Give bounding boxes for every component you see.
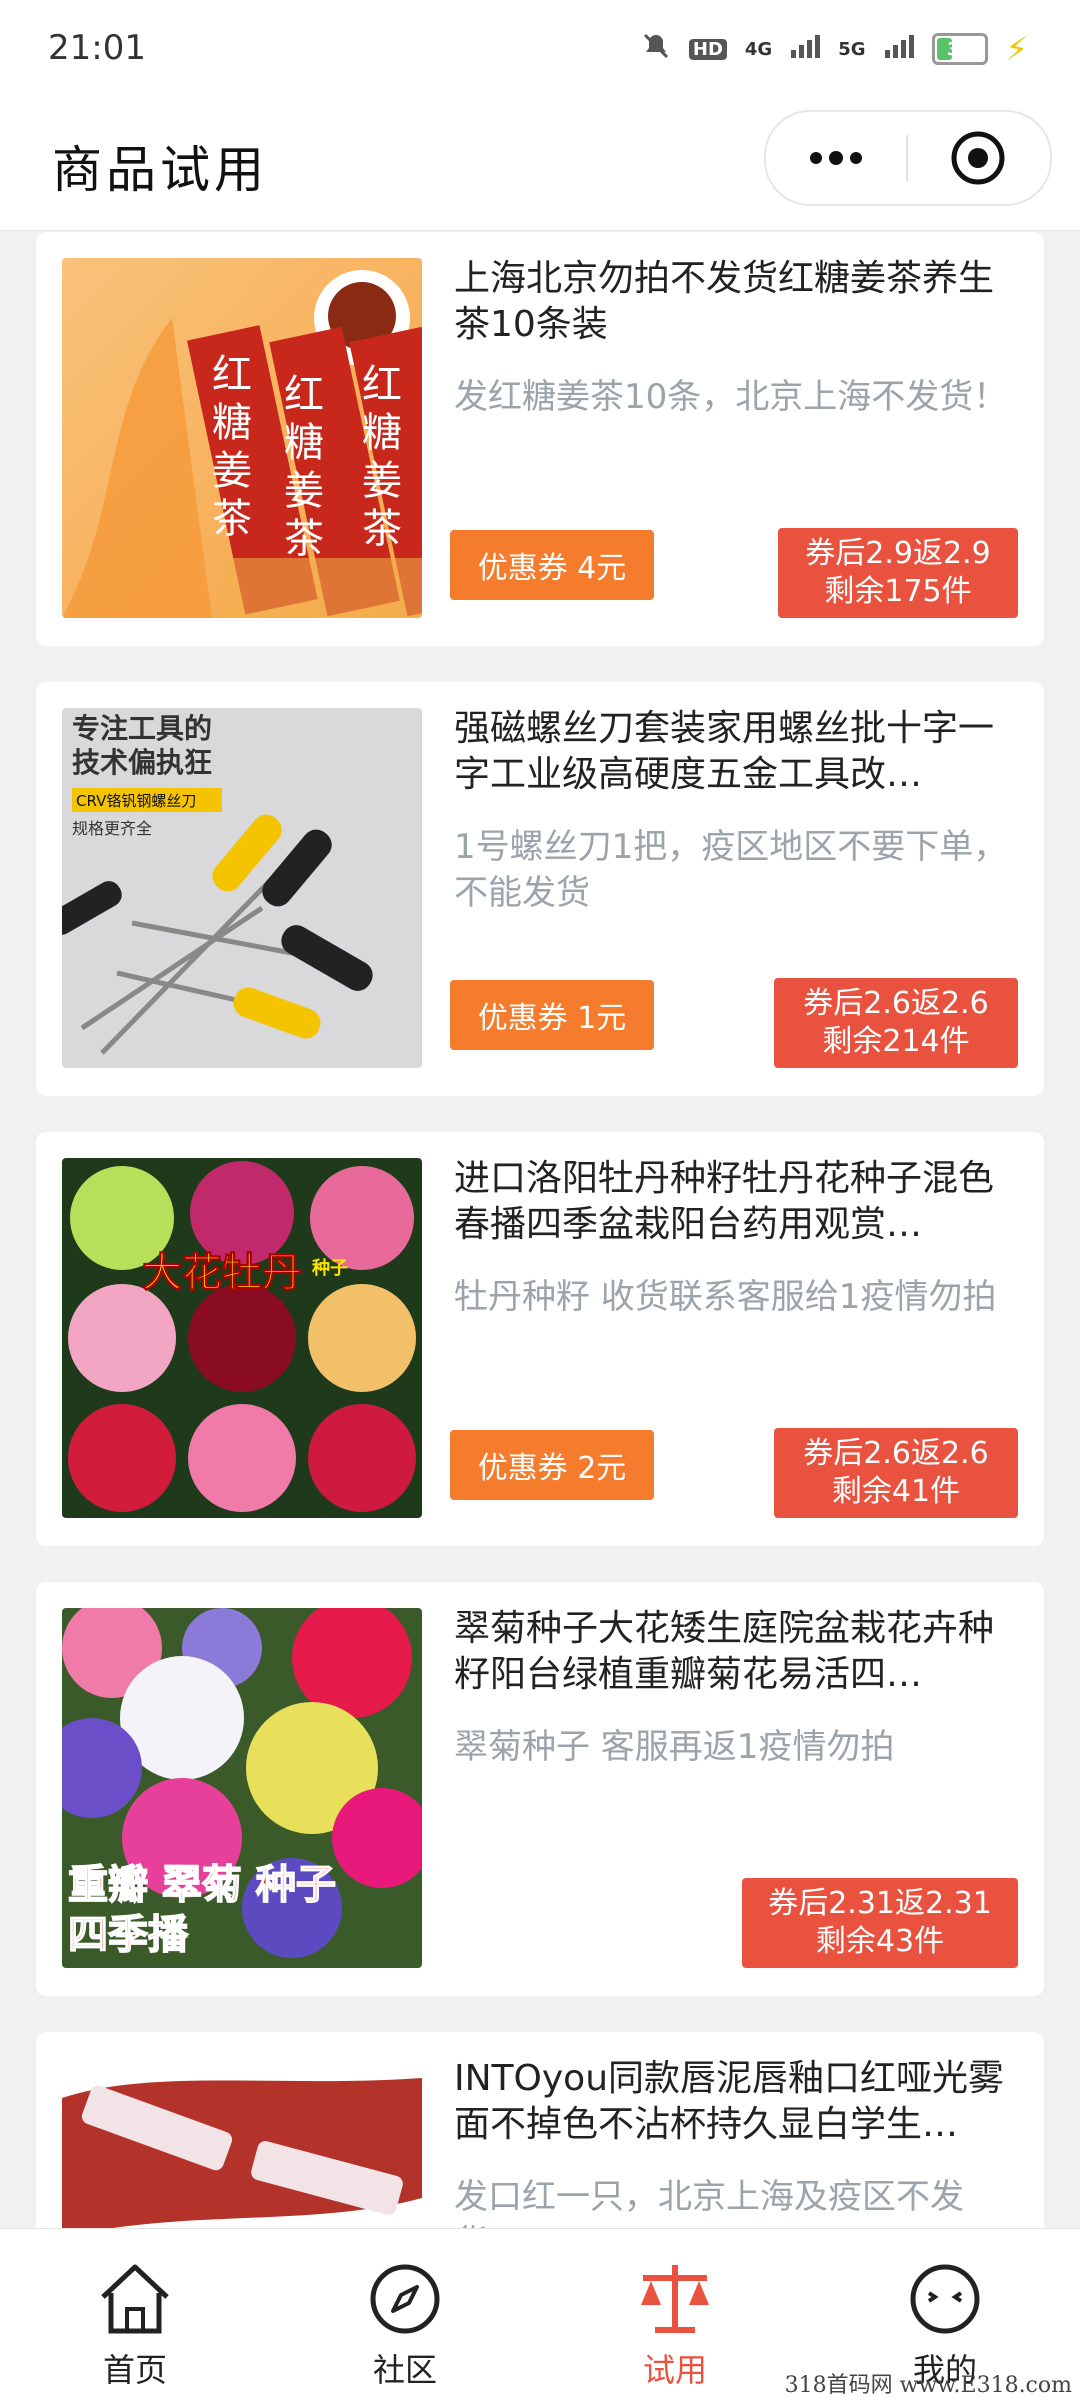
tab-label: 首页 <box>102 2351 167 2389</box>
bottom-tab-bar: 首页 社区 试用 我的 318首码网 www.E318.com <box>0 2228 1080 2401</box>
product-name[interactable]: 进口洛阳牡丹种籽牡丹花种子混色春播四季盆栽阳台药用观赏… <box>454 1156 1014 1248</box>
product-card[interactable]: 红 糖 姜 茶 红 糖 姜 茶 红 糖 姜 茶 上海北京勿拍不发货红糖姜茶养生茶… <box>36 232 1044 646</box>
product-list[interactable]: 红 糖 姜 茶 红 糖 姜 茶 红 糖 姜 茶 上海北京勿拍不发货红糖姜茶养生茶… <box>0 230 1080 2228</box>
product-desc: 1号螺丝刀1把，疫区地区不要下单，不能发货 <box>454 827 1008 913</box>
product-desc: 发红糖姜茶10条，北京上海不发货！ <box>454 377 1008 417</box>
product-name[interactable]: INTOyou同款唇泥唇釉口红哑光雾面不掉色不沾杯持久显白学生… <box>454 2056 1014 2148</box>
svg-text:四季播: 四季播 <box>68 1912 189 1958</box>
svg-text:糖: 糖 <box>362 410 402 456</box>
stock-line: 剩余175件 <box>824 574 972 609</box>
svg-text:种子: 种子 <box>311 1257 348 1279</box>
price-badge: 券后2.6返2.6 剩余214件 <box>774 978 1018 1068</box>
tab-label: 试用 <box>642 2351 707 2389</box>
stock-line: 剩余41件 <box>831 1474 961 1509</box>
product-image-lipstick[interactable] <box>62 2058 422 2228</box>
svg-text:红: 红 <box>284 372 324 418</box>
product-name[interactable]: 强磁螺丝刀套装家用螺丝批十字一字工业级高硬度五金工具改… <box>454 706 1014 798</box>
svg-text:大花牡丹: 大花牡丹 <box>142 1250 302 1296</box>
hd-icon: HD <box>688 38 727 60</box>
price-line: 券后2.31返2.31 <box>768 1886 992 1921</box>
product-image-peony[interactable]: 大花牡丹 种子 <box>62 1158 422 1518</box>
face-icon <box>905 2259 985 2339</box>
svg-text:CRV铬钒钢螺丝刀: CRV铬钒钢螺丝刀 <box>76 792 196 810</box>
battery-icon: 30 <box>931 33 988 65</box>
scale-icon <box>635 2259 715 2339</box>
product-name[interactable]: 上海北京勿拍不发货红糖姜茶养生茶10条装 <box>454 256 1014 348</box>
watermark-text: 318首码网 www.E318.com <box>784 2373 1072 2398</box>
svg-text:规格更齐全: 规格更齐全 <box>72 819 152 838</box>
tab-label: 社区 <box>372 2351 437 2389</box>
svg-text:茶: 茶 <box>284 516 324 562</box>
page-title: 商品试用 <box>52 141 268 199</box>
signal-icon <box>790 34 821 64</box>
svg-text:红: 红 <box>362 362 402 408</box>
price-badge: 券后2.9返2.9 剩余175件 <box>778 528 1018 618</box>
price-line: 券后2.9返2.9 <box>805 536 991 571</box>
product-card[interactable]: INTOyou同款唇泥唇釉口红哑光雾面不掉色不沾杯持久显白学生… 发口红一只，北… <box>36 2032 1044 2228</box>
nav-header: 商品试用 <box>0 100 1080 231</box>
close-miniprogram-button[interactable] <box>908 112 1048 204</box>
tab-community[interactable]: 社区 <box>270 2229 540 2401</box>
miniprogram-capsule <box>764 110 1052 206</box>
stock-line: 剩余214件 <box>822 1024 970 1059</box>
price-line: 券后2.6返2.6 <box>803 1436 989 1471</box>
coupon-badge: 优惠券 2元 <box>450 1430 654 1500</box>
product-desc: 牡丹种籽 收货联系客服给1疫情勿拍 <box>454 1277 997 1317</box>
product-image-aster[interactable]: 重瓣 翠菊 种子 四季播 <box>62 1608 422 1968</box>
mute-icon <box>641 31 671 67</box>
product-image-ginger-tea[interactable]: 红 糖 姜 茶 红 糖 姜 茶 红 糖 姜 茶 <box>62 258 422 618</box>
product-desc: 发口红一只，北京上海及疫区不发货！ <box>454 2177 964 2228</box>
tab-home[interactable]: 首页 <box>0 2229 270 2401</box>
price-badge: 券后2.31返2.31 剩余43件 <box>742 1878 1018 1968</box>
status-bar: 21:01 HD 4G 5G 30 ⚡ <box>0 0 1080 100</box>
svg-text:重瓣 翠菊 种子: 重瓣 翠菊 种子 <box>68 1862 336 1908</box>
status-icons: HD 4G 5G 30 ⚡ <box>641 30 1028 68</box>
status-time: 21:01 <box>48 28 146 68</box>
svg-text:糖: 糖 <box>284 420 324 466</box>
product-name[interactable]: 翠菊种子大花矮生庭院盆栽花卉种籽阳台绿植重瓣菊花易活四… <box>454 1606 1014 1698</box>
coupon-badge: 优惠券 4元 <box>450 530 654 600</box>
more-dots-icon <box>810 151 862 165</box>
tab-trial[interactable]: 试用 <box>540 2229 810 2401</box>
compass-icon <box>365 2259 445 2339</box>
svg-text:姜: 姜 <box>284 468 324 514</box>
stock-line: 剩余43件 <box>815 1924 945 1959</box>
svg-text:专注工具的: 专注工具的 <box>72 712 212 745</box>
product-card[interactable]: 专注工具的 技术偏执狂 CRV铬钒钢螺丝刀 规格更齐全 强磁螺丝刀套装家用螺丝批… <box>36 682 1044 1096</box>
product-image-screwdriver[interactable]: 专注工具的 技术偏执狂 CRV铬钒钢螺丝刀 规格更齐全 <box>62 708 422 1068</box>
product-desc: 翠菊种子 客服再返1疫情勿拍 <box>454 1727 895 1767</box>
more-button[interactable] <box>766 112 906 204</box>
signal-5g-label: 5G <box>838 38 866 60</box>
price-badge: 券后2.6返2.6 剩余41件 <box>774 1428 1018 1518</box>
coupon-badge: 优惠券 1元 <box>450 980 654 1050</box>
price-line: 券后2.6返2.6 <box>803 986 989 1021</box>
svg-text:技术偏执狂: 技术偏执狂 <box>72 746 212 779</box>
svg-text:红: 红 <box>212 352 252 398</box>
product-card[interactable]: 大花牡丹 种子 进口洛阳牡丹种籽牡丹花种子混色春播四季盆栽阳台药用观赏… 牡丹种… <box>36 1132 1044 1546</box>
signal-icon-2 <box>884 34 914 64</box>
product-card[interactable]: 重瓣 翠菊 种子 四季播 翠菊种子大花矮生庭院盆栽花卉种籽阳台绿植重瓣菊花易活四… <box>36 1582 1044 1996</box>
svg-text:姜: 姜 <box>212 448 252 494</box>
signal-4g-label: 4G <box>744 38 773 60</box>
svg-text:糖: 糖 <box>212 400 252 446</box>
home-icon <box>95 2259 175 2339</box>
svg-text:茶: 茶 <box>212 496 252 542</box>
target-icon <box>951 131 1005 185</box>
charging-icon: ⚡ <box>1005 30 1028 68</box>
svg-text:茶: 茶 <box>362 506 402 552</box>
svg-text:姜: 姜 <box>362 458 402 504</box>
